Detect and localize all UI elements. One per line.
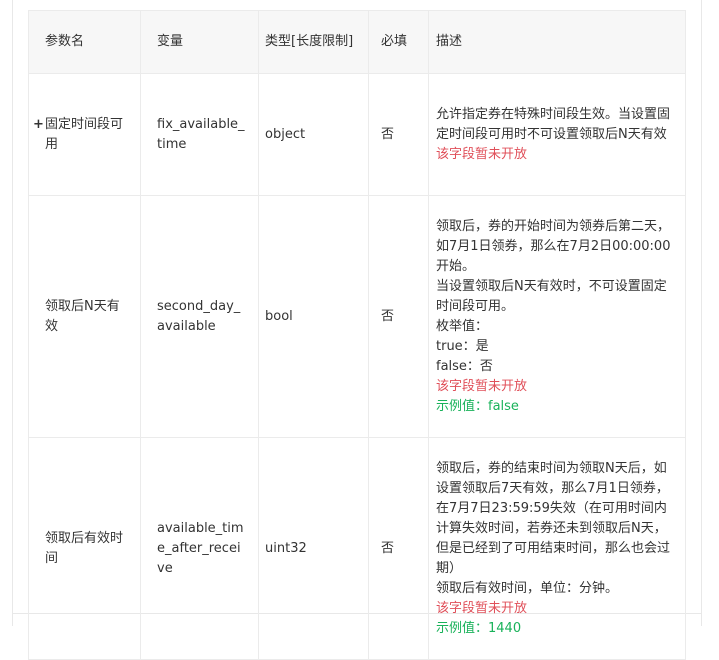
param-name-cell: 领取后N天有效 bbox=[28, 195, 141, 438]
params-table: 参数名 变量 类型[长度限制] 必填 描述 +固定时间段可用 fix_avail… bbox=[28, 10, 686, 660]
required-cell: 否 bbox=[368, 73, 429, 196]
param-name: 固定时间段可用 bbox=[45, 116, 124, 152]
header-description: 描述 bbox=[428, 10, 686, 74]
variable-cell: second_day_available bbox=[140, 195, 259, 438]
expand-icon[interactable]: + bbox=[33, 115, 45, 135]
description-cell: 领取后，券的结束时间为领取N天后，如设置领取后7天有效，那么7月1日领券，在7月… bbox=[428, 437, 686, 660]
param-name-cell: 领取后有效时间 bbox=[28, 437, 141, 660]
required-cell: 否 bbox=[368, 195, 429, 438]
header-variable: 变量 bbox=[140, 10, 259, 74]
not-open-notice: 该字段暂未开放 bbox=[436, 146, 528, 162]
description-cell: 允许指定券在特殊时间段生效。当设置固定时间段可用时不可设置领取后N天有效 该字段… bbox=[428, 73, 686, 196]
description-text: 领取后有效时间，单位：分钟。 bbox=[436, 580, 619, 596]
table-row: +固定时间段可用 fix_available_time object 否 允许指… bbox=[28, 73, 686, 196]
description-cell: 领取后，券的开始时间为领券后第二天，如7月1日领券，那么在7月2日00:00:0… bbox=[428, 195, 686, 438]
description-text: 允许指定券在特殊时间段生效。当设置固定时间段可用时不可设置领取后N天有效 bbox=[436, 106, 671, 142]
variable-cell: fix_available_time bbox=[140, 73, 259, 196]
not-open-notice: 该字段暂未开放 bbox=[436, 600, 528, 616]
table-row: 领取后N天有效 second_day_available bool 否 领取后，… bbox=[28, 195, 686, 438]
enum-value: true：是 bbox=[436, 338, 489, 354]
type-cell: bool bbox=[258, 195, 369, 438]
table-header-row: 参数名 变量 类型[长度限制] 必填 描述 bbox=[28, 10, 686, 74]
variable-cell: available_time_after_receive bbox=[140, 437, 259, 660]
enum-label: 枚举值： bbox=[436, 318, 489, 334]
type-cell: uint32 bbox=[258, 437, 369, 660]
description-text: 领取后，券的结束时间为领取N天后，如设置领取后7天有效，那么7月1日领券，在7月… bbox=[436, 460, 671, 576]
example-value: 示例值：1440 bbox=[436, 620, 522, 636]
header-type: 类型[长度限制] bbox=[258, 10, 369, 74]
type-cell: object bbox=[258, 73, 369, 196]
not-open-notice: 该字段暂未开放 bbox=[436, 378, 528, 394]
example-value: 示例值：false bbox=[436, 398, 519, 414]
header-param-name: 参数名 bbox=[28, 10, 141, 74]
table-row: 领取后有效时间 available_time_after_receive uin… bbox=[28, 437, 686, 660]
description-text: 领取后，券的开始时间为领券后第二天，如7月1日领券，那么在7月2日00:00:0… bbox=[436, 218, 671, 274]
param-name-cell: +固定时间段可用 bbox=[28, 73, 141, 196]
description-text: 当设置领取后N天有效时，不可设置固定时间段可用。 bbox=[436, 278, 667, 314]
enum-value: false：否 bbox=[436, 358, 493, 374]
header-required: 必填 bbox=[368, 10, 429, 74]
required-cell: 否 bbox=[368, 437, 429, 660]
